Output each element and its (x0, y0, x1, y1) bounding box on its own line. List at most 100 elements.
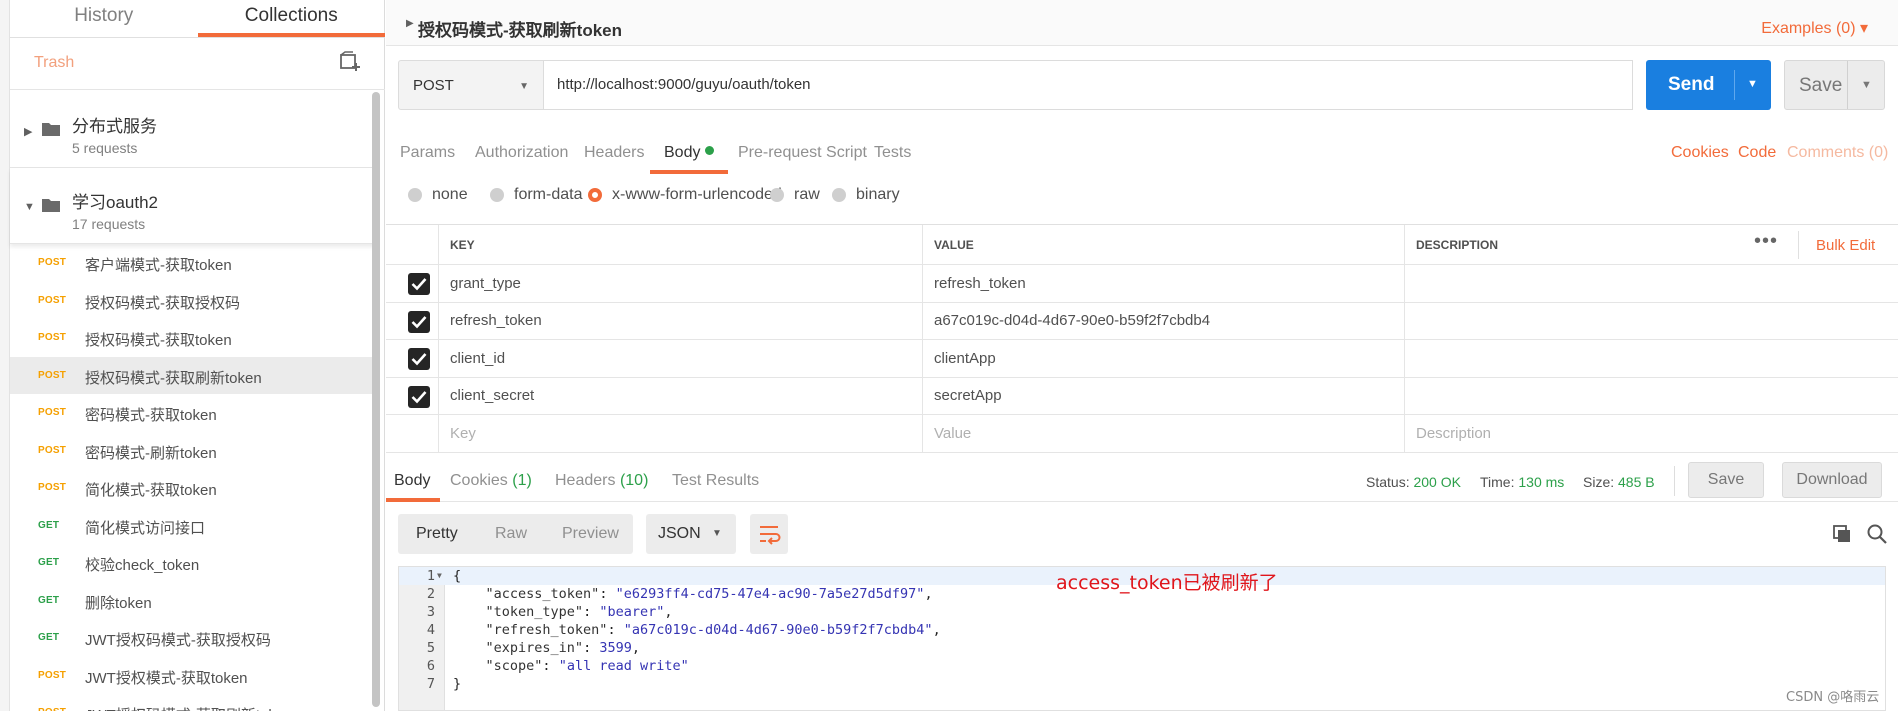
description-input[interactable]: Description (1404, 415, 1898, 452)
wrap-lines-button[interactable] (750, 514, 788, 554)
request-item[interactable]: GET 校验check_token (10, 544, 375, 582)
url-input[interactable]: http://localhost:9000/guyu/oauth/token (543, 60, 1633, 110)
code-text: "scope": "all read write" (485, 658, 689, 674)
response-tabs: Body Cookies (1) Headers (10) Test Resul… (386, 462, 1898, 502)
code-link[interactable]: Code (1738, 144, 1776, 162)
time-label: Time: (1480, 474, 1515, 490)
param-value[interactable]: refresh_token (922, 265, 1404, 302)
method-badge: POST (38, 294, 67, 306)
tab-test-results[interactable]: Test Results (672, 472, 759, 490)
save-response-button[interactable]: Save (1688, 462, 1764, 498)
folder-distributed[interactable]: ▶ 分布式服务 5 requests (10, 92, 375, 168)
new-collection-icon[interactable] (339, 51, 361, 73)
request-item[interactable]: POST 授权码模式-获取刷新token (10, 356, 375, 394)
tab-body[interactable]: Body (664, 144, 715, 162)
radio-form-data[interactable]: form-data (490, 186, 582, 204)
tab-pre-request-script[interactable]: Pre-request Script (738, 144, 867, 162)
folder-collapsed-icon[interactable]: ▶ (24, 125, 32, 138)
trash-link[interactable]: Trash (34, 54, 74, 72)
request-item[interactable]: POST JWT授权码模式-获取刷新token (10, 694, 375, 711)
code-line: 4 "refresh_token": "a67c019c-d04d-4d67-9… (399, 621, 1885, 639)
folder-oauth2[interactable]: ▼ 学习oauth2 17 requests (10, 168, 375, 244)
request-list: POST 客户端模式-获取token POST 授权码模式-获取授权码 POST 授权码模… (10, 244, 375, 711)
checkbox-checked[interactable] (408, 348, 430, 370)
key-input[interactable]: Key (438, 415, 922, 452)
request-item[interactable]: POST 授权码模式-获取token (10, 319, 375, 357)
checkbox-checked[interactable] (408, 310, 430, 333)
table-row-placeholder: Key Value Description (386, 415, 1898, 453)
param-value[interactable]: secretApp (922, 377, 1404, 414)
request-item[interactable]: GET 删除token (10, 582, 375, 620)
bulk-edit-link[interactable]: Bulk Edit (1816, 237, 1875, 254)
method-badge: POST (38, 332, 67, 343)
save-button[interactable]: Save ▼ (1784, 60, 1885, 110)
send-button[interactable]: Send ▼ (1646, 60, 1771, 110)
main-panel: ▶ 授权码模式-获取刷新token Examples (0) ▾ POST ▼ … (386, 0, 1898, 711)
cookies-link[interactable]: Cookies (1671, 144, 1729, 162)
request-item[interactable]: POST 密码模式-刷新token (10, 432, 375, 470)
param-value[interactable]: clientApp (922, 340, 1404, 377)
param-value[interactable]: a67c019c-d04d-4d67-90e0-b59f2f7cbdb4 (922, 302, 1404, 339)
code-text: { (453, 568, 462, 584)
format-preview[interactable]: Preview (562, 525, 619, 543)
search-icon[interactable] (1866, 523, 1888, 545)
radio-label: binary (856, 186, 900, 203)
expand-icon[interactable]: ▶ (406, 18, 414, 29)
comments-link[interactable]: Comments (0) (1787, 144, 1888, 162)
param-key[interactable]: client_secret (438, 377, 922, 414)
save-options-icon[interactable]: ▼ (1861, 79, 1872, 91)
radio-binary[interactable]: binary (832, 186, 900, 204)
json-key: "token_type" (485, 604, 584, 620)
examples-dropdown[interactable]: Examples (0) ▾ (1761, 18, 1868, 38)
request-item[interactable]: POST 客户端模式-获取token (10, 244, 375, 282)
param-description[interactable] (1404, 377, 1898, 414)
code-line: 3 "token_type": "bearer", (399, 603, 1885, 621)
request-tabs: Params Authorization Headers Body Pre-re… (386, 134, 1898, 174)
request-title[interactable]: 授权码模式-获取刷新token (418, 16, 622, 41)
checkbox-checked[interactable] (408, 273, 430, 295)
folder-expanded-icon[interactable]: ▼ (24, 201, 35, 213)
tab-response-headers[interactable]: Headers (10) (555, 472, 648, 490)
send-options-icon[interactable]: ▼ (1747, 78, 1758, 90)
request-item[interactable]: GET JWT授权码模式-获取授权码 (10, 619, 375, 657)
radio-none[interactable]: none (408, 186, 468, 204)
fold-icon[interactable]: ▼ (437, 567, 442, 585)
sidebar-scrollbar[interactable] (372, 92, 380, 707)
method-badge: GET (38, 557, 60, 568)
tab-response-body[interactable]: Body (394, 472, 430, 490)
request-item[interactable]: POST 密码模式-获取token (10, 394, 375, 432)
param-description[interactable] (1404, 302, 1898, 339)
param-description[interactable] (1404, 340, 1898, 377)
param-key[interactable]: grant_type (438, 265, 922, 302)
param-description[interactable] (1404, 265, 1898, 302)
request-item[interactable]: POST 简化模式-获取token (10, 469, 375, 507)
value-input[interactable]: Value (922, 415, 1404, 452)
tab-authorization[interactable]: Authorization (475, 144, 568, 162)
param-key[interactable]: refresh_token (438, 302, 922, 339)
format-raw[interactable]: Raw (495, 525, 527, 543)
tab-collections[interactable]: Collections (197, 0, 385, 37)
method-select[interactable]: POST ▼ (398, 60, 544, 110)
tab-response-cookies[interactable]: Cookies (1) (450, 472, 532, 490)
request-item[interactable]: POST 授权码模式-获取授权码 (10, 282, 375, 320)
request-item[interactable]: POST JWT授权模式-获取token (10, 657, 375, 695)
download-button[interactable]: Download (1782, 462, 1882, 498)
tab-tests[interactable]: Tests (874, 144, 911, 162)
request-item[interactable]: GET 简化模式访问接口 (10, 507, 375, 545)
tab-history[interactable]: History (10, 0, 198, 37)
request-name: 客户端模式-获取token (85, 257, 232, 274)
param-key[interactable]: client_id (438, 340, 922, 377)
checkbox-checked[interactable] (408, 385, 430, 408)
code-text: "refresh_token": "a67c019c-d04d-4d67-90e… (485, 622, 941, 638)
radio-raw[interactable]: raw (770, 186, 820, 204)
folder-name: 分布式服务 (72, 117, 157, 136)
more-options-icon[interactable]: ••• (1754, 230, 1778, 253)
format-pretty[interactable]: Pretty (416, 525, 458, 543)
tab-params[interactable]: Params (400, 144, 455, 162)
tab-headers[interactable]: Headers (584, 144, 644, 162)
language-select[interactable]: JSON ▼ (646, 514, 736, 554)
radio-urlencoded[interactable]: x-www-form-urlencoded (588, 186, 782, 204)
save-divider (1847, 61, 1848, 109)
radio-circle (408, 188, 422, 202)
copy-icon[interactable] (1832, 524, 1852, 544)
